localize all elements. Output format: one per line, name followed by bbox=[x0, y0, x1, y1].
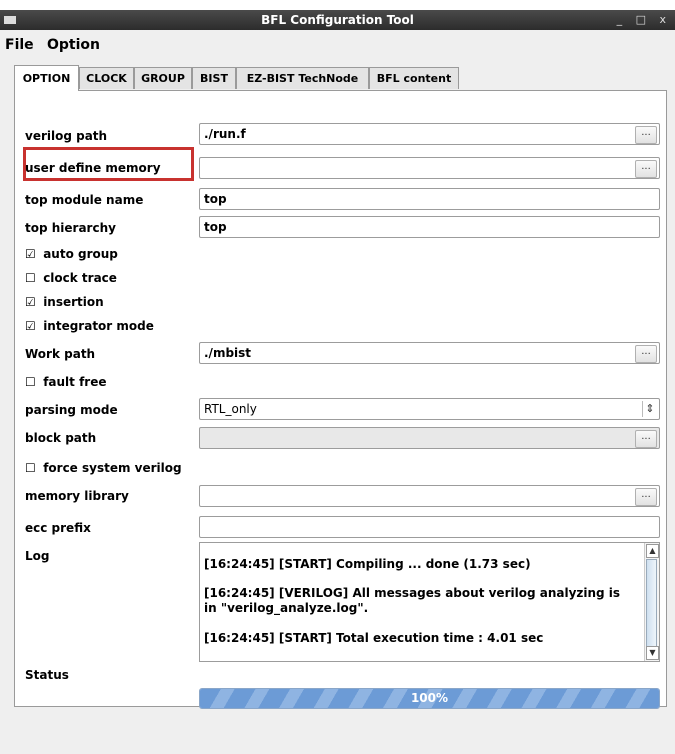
insertion-checkbox[interactable]: ☑ insertion bbox=[25, 295, 104, 309]
tab-group[interactable]: GROUP bbox=[134, 67, 192, 89]
checkbox-unchecked-icon: ☐ bbox=[25, 271, 36, 285]
log-line: [16:24:45] [START] Total execution time … bbox=[204, 631, 544, 645]
memory-library-input[interactable]: ... bbox=[199, 485, 660, 507]
work-path-value: ./mbist bbox=[204, 346, 252, 360]
user-define-memory-input[interactable]: ... bbox=[199, 157, 660, 179]
top-strip bbox=[0, 0, 675, 10]
memory-library-browse-button[interactable]: ... bbox=[635, 488, 657, 506]
ecc-prefix-input[interactable] bbox=[199, 516, 660, 538]
force-system-verilog-label: force system verilog bbox=[43, 461, 182, 475]
log-scrollbar[interactable]: ▲ ▼ bbox=[644, 543, 659, 661]
scroll-thumb[interactable] bbox=[646, 559, 657, 647]
verilog-path-label: verilog path bbox=[25, 129, 108, 143]
tab-bist[interactable]: BIST bbox=[192, 67, 236, 89]
window-title: BFL Configuration Tool bbox=[261, 13, 414, 27]
verilog-path-input[interactable]: ./run.f ... bbox=[199, 123, 660, 145]
title-bar[interactable]: BFL Configuration Tool _ □ x bbox=[0, 10, 675, 30]
verilog-path-value: ./run.f bbox=[204, 127, 246, 141]
log-textarea[interactable]: [16:24:45] [START] Compiling ... done (1… bbox=[199, 542, 660, 662]
insertion-label: insertion bbox=[43, 295, 104, 309]
work-path-browse-button[interactable]: ... bbox=[635, 345, 657, 363]
top-module-name-value: top bbox=[204, 192, 227, 206]
checkbox-checked-icon: ☑ bbox=[25, 319, 36, 333]
user-define-memory-browse-button[interactable]: ... bbox=[635, 160, 657, 178]
parsing-mode-value: RTL_only bbox=[204, 402, 257, 416]
top-hierarchy-value: top bbox=[204, 220, 227, 234]
parsing-mode-label: parsing mode bbox=[25, 403, 118, 417]
tab-ez-bist-technode[interactable]: EZ-BIST TechNode bbox=[236, 67, 369, 89]
app-window: BFL Configuration Tool _ □ x File Option… bbox=[0, 0, 675, 754]
status-progress-bar: 100% bbox=[199, 688, 660, 709]
checkbox-checked-icon: ☑ bbox=[25, 247, 36, 261]
fault-free-label: fault free bbox=[43, 375, 107, 389]
window-controls[interactable]: _ □ x bbox=[617, 13, 671, 26]
tab-bfl-content[interactable]: BFL content bbox=[369, 67, 459, 89]
menu-bar: File Option bbox=[0, 33, 675, 55]
top-hierarchy-label: top hierarchy bbox=[25, 221, 116, 235]
work-path-label: Work path bbox=[25, 347, 96, 361]
scroll-down-icon[interactable]: ▼ bbox=[646, 646, 659, 660]
memory-library-label: memory library bbox=[25, 489, 129, 503]
log-line: [16:24:45] [START] Compiling ... done (1… bbox=[204, 557, 531, 571]
work-path-input[interactable]: ./mbist ... bbox=[199, 342, 660, 364]
tab-clock[interactable]: CLOCK bbox=[79, 67, 134, 89]
top-module-name-label: top module name bbox=[25, 193, 144, 207]
tab-option[interactable]: OPTION bbox=[14, 65, 79, 91]
scroll-up-icon[interactable]: ▲ bbox=[646, 544, 659, 558]
integrator-mode-checkbox[interactable]: ☑ integrator mode bbox=[25, 319, 154, 333]
progress-text: 100% bbox=[410, 691, 449, 705]
log-label: Log bbox=[25, 549, 50, 563]
menu-option[interactable]: Option bbox=[47, 37, 100, 53]
spinner-icon[interactable]: ⇕ bbox=[642, 401, 657, 417]
menu-file[interactable]: File bbox=[5, 37, 34, 53]
top-module-name-input[interactable]: top bbox=[199, 188, 660, 210]
checkbox-unchecked-icon: ☐ bbox=[25, 461, 36, 475]
block-path-browse-button: ... bbox=[635, 430, 657, 448]
fault-free-checkbox[interactable]: ☐ fault free bbox=[25, 375, 107, 389]
force-system-verilog-checkbox[interactable]: ☐ force system verilog bbox=[25, 461, 182, 475]
checkbox-unchecked-icon: ☐ bbox=[25, 375, 36, 389]
user-define-memory-label: user define memory bbox=[25, 161, 161, 175]
auto-group-checkbox[interactable]: ☑ auto group bbox=[25, 247, 118, 261]
clock-trace-checkbox[interactable]: ☐ clock trace bbox=[25, 271, 117, 285]
clock-trace-label: clock trace bbox=[43, 271, 117, 285]
status-label: Status bbox=[25, 668, 69, 682]
checkbox-checked-icon: ☑ bbox=[25, 295, 36, 309]
verilog-path-browse-button[interactable]: ... bbox=[635, 126, 657, 144]
parsing-mode-select[interactable]: RTL_only ⇕ bbox=[199, 398, 660, 420]
block-path-input: ... bbox=[199, 427, 660, 449]
top-hierarchy-input[interactable]: top bbox=[199, 216, 660, 238]
integrator-mode-label: integrator mode bbox=[43, 319, 154, 333]
block-path-label: block path bbox=[25, 431, 97, 445]
ecc-prefix-label: ecc prefix bbox=[25, 521, 91, 535]
log-line: [16:24:45] [VERILOG] All messages about … bbox=[204, 586, 621, 615]
auto-group-label: auto group bbox=[43, 247, 118, 261]
